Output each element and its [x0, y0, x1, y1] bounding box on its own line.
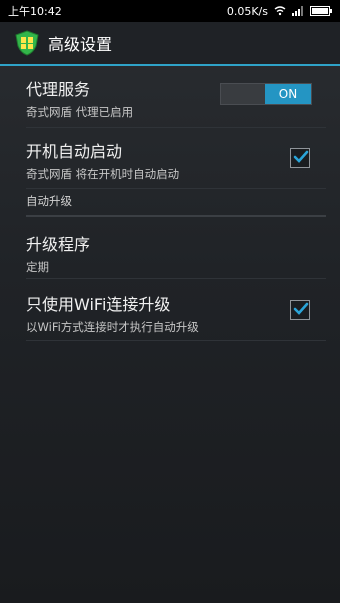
status-bar: 上午10:42 0.05K/s	[0, 0, 340, 22]
shield-app-icon	[14, 30, 40, 56]
status-time: 上午10:42	[8, 5, 62, 18]
setting-title: 升级程序	[26, 235, 91, 254]
signal-icon	[292, 6, 304, 16]
setting-upgrade-program[interactable]: 升级程序 定期	[26, 217, 326, 279]
setting-wifi-only-upgrade[interactable]: 只使用WiFi连接升级 以WiFi方式连接时才执行自动升级	[26, 279, 326, 341]
setting-subtitle: 奇式网盾 将在开机时自动启动	[26, 167, 180, 181]
status-right-group: 0.05K/s	[227, 5, 332, 18]
setting-proxy-service[interactable]: 代理服务 奇式网盾 代理已启用 ON	[26, 66, 326, 128]
setting-subtitle: 定期	[26, 260, 49, 274]
setting-subtitle: 奇式网盾 代理已启用	[26, 105, 134, 119]
checkmark-icon	[293, 150, 309, 163]
setting-title: 开机自动启动	[26, 142, 123, 161]
proxy-toggle[interactable]: ON	[220, 83, 312, 105]
checkmark-icon	[293, 302, 309, 315]
settings-list: 代理服务 奇式网盾 代理已启用 ON 开机自动启动 奇式网盾 将在开机时自动启动…	[0, 66, 340, 341]
toggle-on-label: ON	[265, 84, 311, 104]
setting-title: 只使用WiFi连接升级	[26, 295, 171, 314]
setting-autostart[interactable]: 开机自动启动 奇式网盾 将在开机时自动启动	[26, 128, 326, 189]
wifi-only-checkbox[interactable]	[290, 300, 310, 320]
title-bar: 高级设置	[0, 22, 340, 66]
wifi-icon	[274, 6, 286, 16]
autostart-checkbox[interactable]	[290, 148, 310, 168]
network-speed: 0.05K/s	[226, 4, 268, 18]
setting-subtitle: 以WiFi方式连接时才执行自动升级	[26, 320, 199, 334]
section-header-auto-upgrade: 自动升级	[26, 189, 326, 217]
battery-icon	[310, 6, 332, 16]
page-title: 高级设置	[48, 35, 113, 54]
